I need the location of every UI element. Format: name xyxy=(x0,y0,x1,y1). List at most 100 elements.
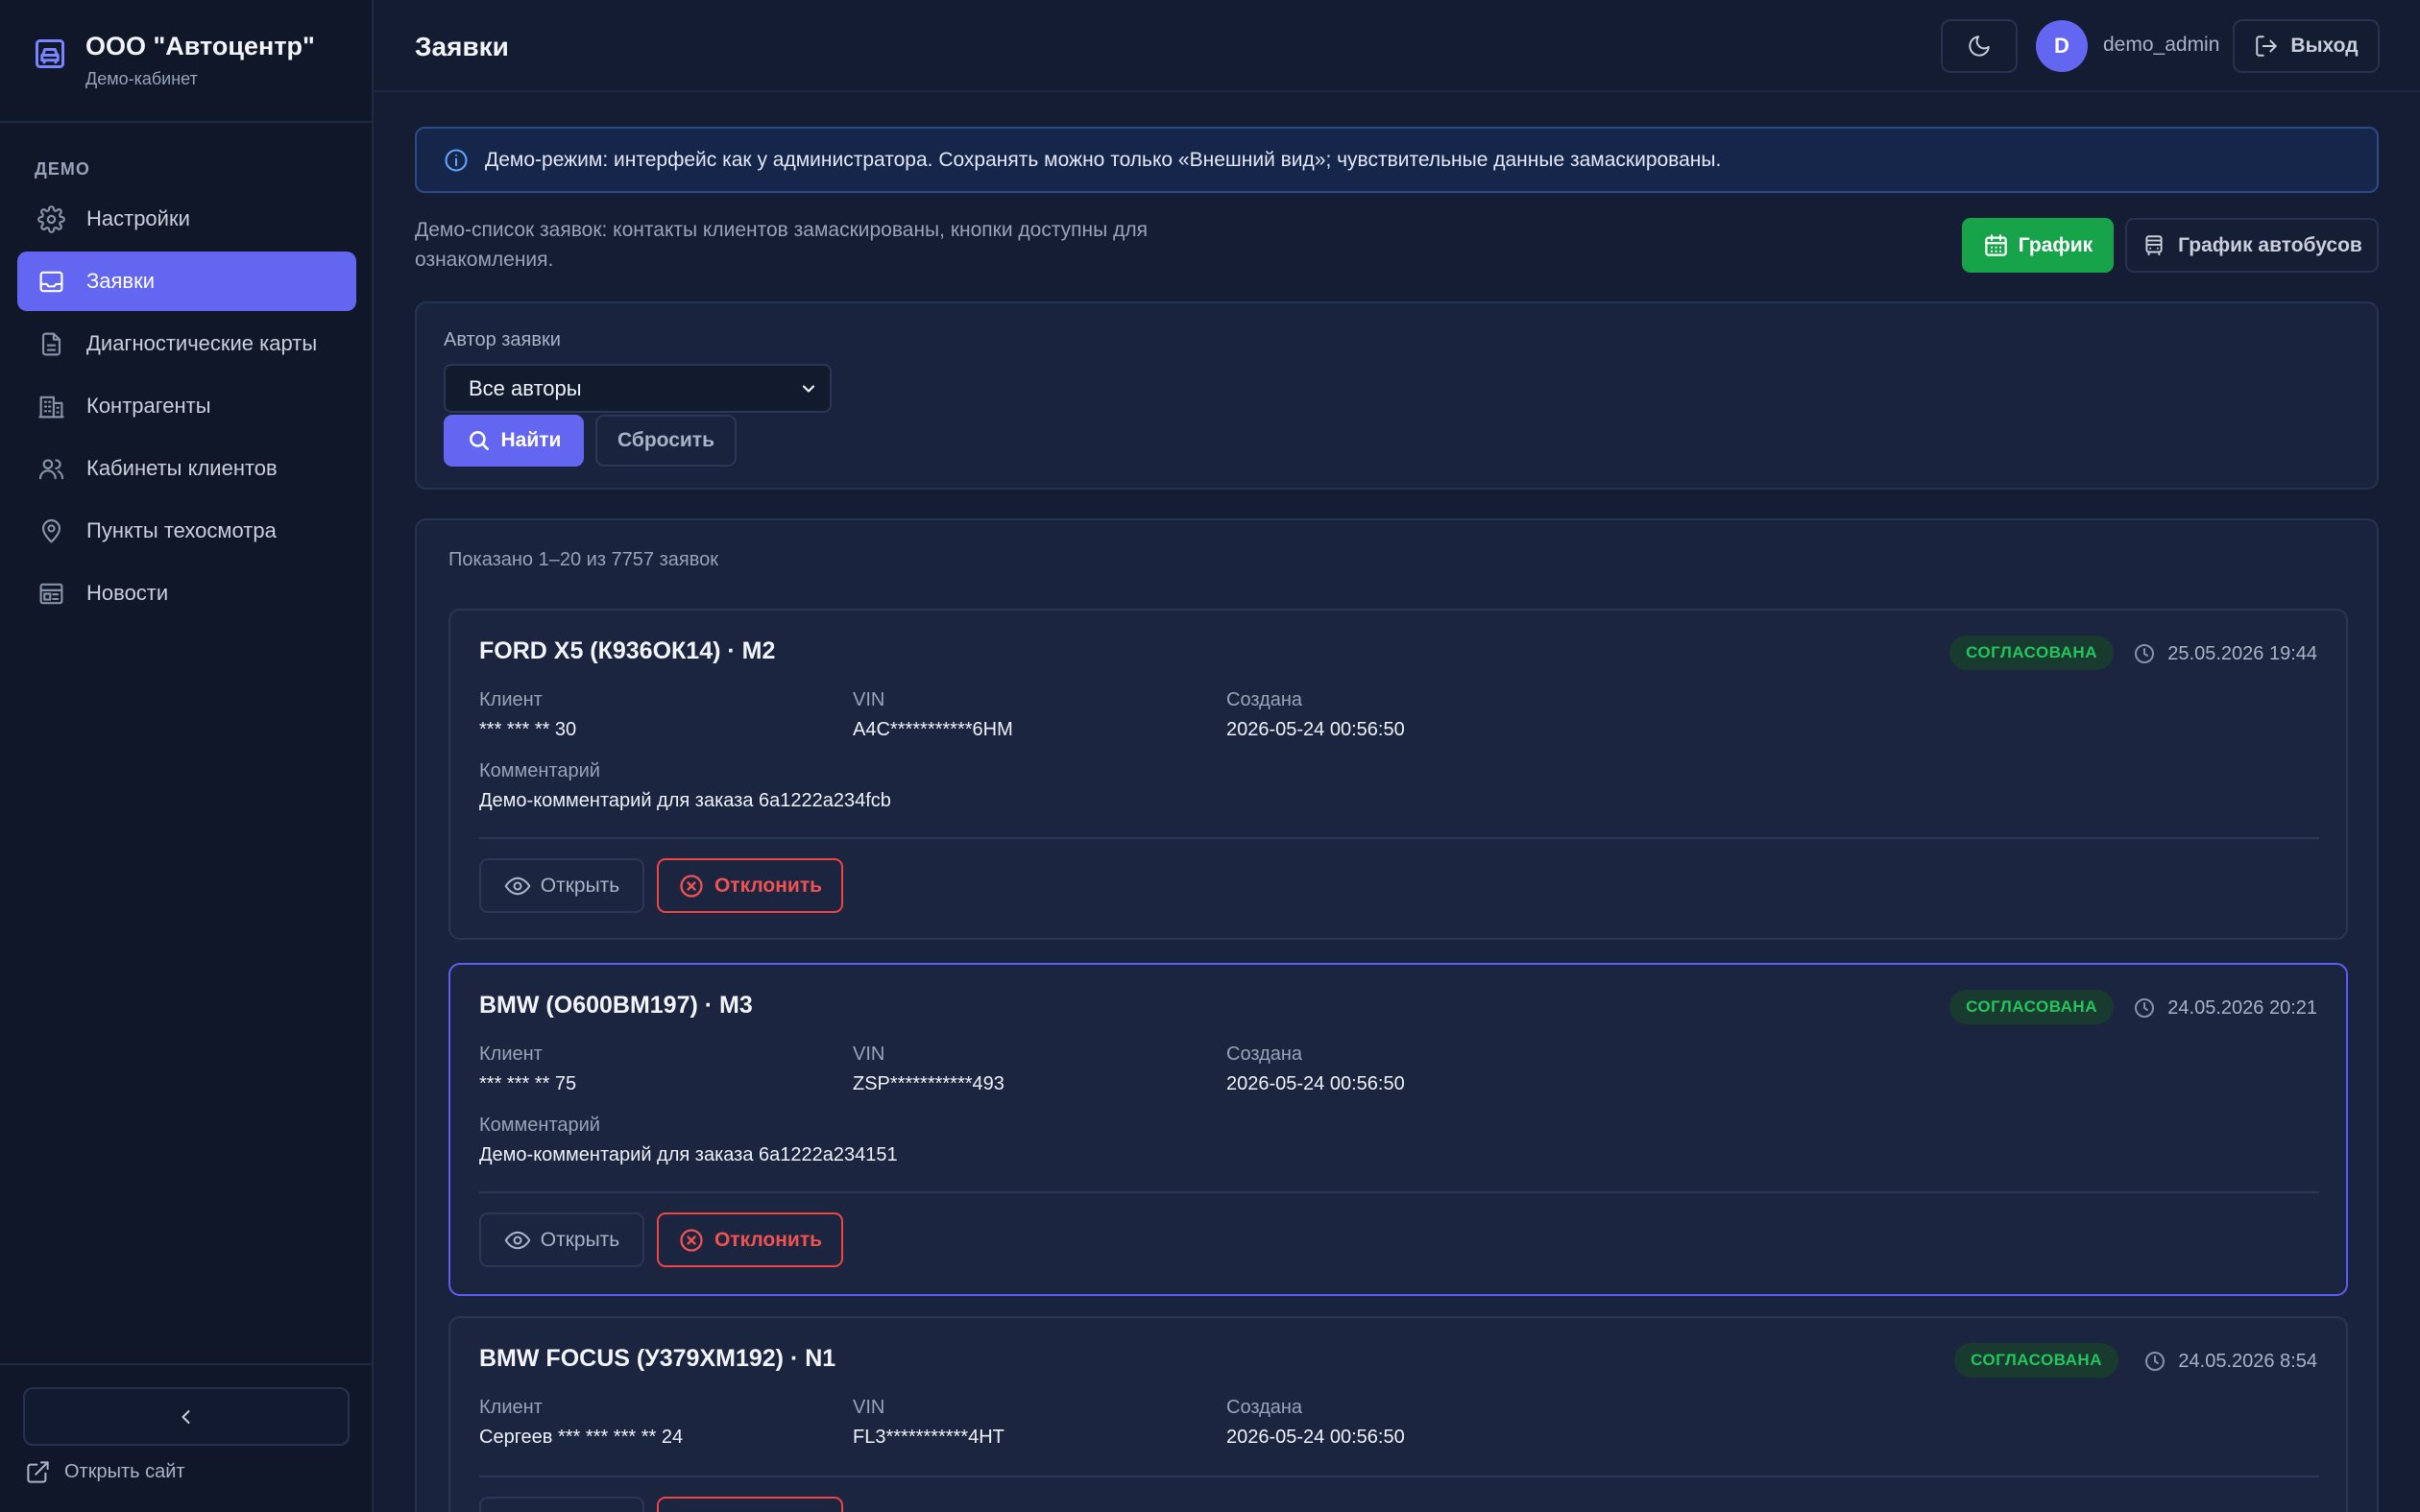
vin-label: VIN xyxy=(853,1397,885,1418)
bus-icon xyxy=(2142,233,2166,258)
find-button[interactable]: Найти xyxy=(444,415,584,467)
sidebar-item-diagnostic-cards[interactable]: Диагностические карты xyxy=(17,314,356,373)
reject-button[interactable]: Отклонить xyxy=(657,858,843,913)
filter-panel: Автор заявки Все авторы Найти Сбросить xyxy=(415,301,2379,490)
schedule-button[interactable]: График xyxy=(1962,218,2114,273)
x-circle-icon xyxy=(678,873,705,900)
request-date: 24.05.2026 8:54 xyxy=(2143,1350,2317,1373)
open-button[interactable]: Открыть xyxy=(479,1212,644,1267)
vin-label: VIN xyxy=(853,689,885,710)
client-label: Клиент xyxy=(479,689,543,710)
sidebar: ООО "Автоцентр" Демо-кабинет ДЕМО Настро… xyxy=(0,0,374,1512)
sidebar-item-requests[interactable]: Заявки xyxy=(17,252,356,311)
sidebar-item-label: Контрагенты xyxy=(86,394,211,418)
reject-button[interactable]: Отклонить xyxy=(657,1212,843,1267)
bus-schedule-button[interactable]: График автобусов xyxy=(2125,218,2379,273)
sidebar-item-label: Новости xyxy=(86,581,169,605)
search-icon xyxy=(467,428,492,453)
top-header: Заявки D demo_admin Выход xyxy=(374,0,2420,92)
document-icon xyxy=(37,330,65,358)
sidebar-item-news[interactable]: Новости xyxy=(17,564,356,623)
collapse-sidebar-button[interactable] xyxy=(23,1387,350,1446)
sidebar-item-counterparties[interactable]: Контрагенты xyxy=(17,376,356,436)
request-date: 24.05.2026 20:21 xyxy=(2133,996,2317,1020)
client-label: Клиент xyxy=(479,1397,543,1418)
vin-value: A4C***********6HM xyxy=(853,719,1013,740)
created-label: Создана xyxy=(1226,689,1303,710)
created-label: Создана xyxy=(1226,1044,1303,1065)
status-badge: СОГЛАСОВАНА xyxy=(1949,636,2114,670)
reject-button-label: Отклонить xyxy=(714,874,823,897)
newspaper-icon xyxy=(37,580,65,608)
sidebar-item-label: Настройки xyxy=(86,206,190,230)
sidebar-item-label: Заявки xyxy=(86,269,156,293)
external-link-icon xyxy=(25,1459,51,1485)
brand[interactable]: ООО "Автоцентр" Демо-кабинет xyxy=(0,0,372,123)
eye-icon xyxy=(504,1227,531,1254)
avatar[interactable]: D xyxy=(2036,20,2088,72)
created-value: 2026-05-24 00:56:50 xyxy=(1226,719,1405,740)
comment-value: Демо-комментарий для заказа 6a1222a23415… xyxy=(479,1144,898,1165)
brand-title: ООО "Автоцентр" xyxy=(85,32,315,60)
users-icon xyxy=(37,455,65,483)
card-divider xyxy=(479,837,2319,839)
chevron-left-icon xyxy=(175,1405,198,1428)
theme-toggle-button[interactable] xyxy=(1941,19,2018,73)
sidebar-item-label: Пункты техосмотра xyxy=(86,518,277,542)
alert-text: Демо-режим: интерфейс как у администрато… xyxy=(485,148,1722,171)
request-date-text: 25.05.2026 19:44 xyxy=(2167,642,2317,664)
list-description: Демо-список заявок: контакты клиентов за… xyxy=(415,219,1148,271)
find-button-label: Найти xyxy=(500,429,562,451)
calendar-icon xyxy=(1983,232,2009,258)
request-date-text: 24.05.2026 20:21 xyxy=(2167,996,2317,1019)
clock-icon xyxy=(2133,996,2156,1020)
demo-mode-alert: Демо-режим: интерфейс как у администрато… xyxy=(415,127,2379,193)
open-button-label: Открыть xyxy=(540,874,620,897)
logout-button[interactable]: Выход xyxy=(2233,19,2380,73)
inbox-icon xyxy=(37,268,65,296)
comment-value: Демо-комментарий для заказа 6a1222a234fc… xyxy=(479,790,891,811)
reject-button[interactable] xyxy=(657,1497,843,1512)
open-button[interactable] xyxy=(479,1497,644,1512)
request-card[interactable]: BMW FOCUS (У379ХМ192) · N1 СОГЛАСОВАНА 2… xyxy=(448,1316,2348,1512)
clock-icon xyxy=(2143,1350,2166,1373)
comment-label: Комментарий xyxy=(479,1115,600,1136)
sidebar-nav: Настройки Заявки Диагностические карты К… xyxy=(17,189,356,626)
created-label: Создана xyxy=(1226,1397,1303,1418)
open-button[interactable]: Открыть xyxy=(479,858,644,913)
eye-icon xyxy=(504,873,531,900)
comment-label: Комментарий xyxy=(479,760,600,781)
reset-button[interactable]: Сбросить xyxy=(595,415,737,467)
gear-icon xyxy=(37,204,65,233)
vin-value: ZSP***********493 xyxy=(853,1073,1004,1094)
sidebar-item-label: Кабинеты клиентов xyxy=(86,456,278,480)
username: demo_admin xyxy=(2103,34,2220,56)
request-card[interactable]: FORD X5 (К936ОК14) · M2 СОГЛАСОВАНА 25.0… xyxy=(448,609,2348,940)
sidebar-item-inspection-points[interactable]: Пункты техосмотра xyxy=(17,501,356,561)
requests-list-panel: Показано 1–20 из 7757 заявок FORD X5 (К9… xyxy=(415,518,2379,1512)
author-select-value: Все авторы xyxy=(469,375,582,400)
x-circle-icon xyxy=(678,1227,705,1254)
client-value: Сергеев *** *** *** ** 24 xyxy=(479,1427,684,1448)
request-date: 25.05.2026 19:44 xyxy=(2133,642,2317,665)
schedule-button-label: График xyxy=(2018,233,2093,256)
sidebar-item-client-cabinets[interactable]: Кабинеты клиентов xyxy=(17,439,356,498)
clock-icon xyxy=(2133,642,2156,665)
reject-button-label: Отклонить xyxy=(714,1228,823,1251)
logout-icon xyxy=(2254,34,2279,59)
sidebar-section-label: ДЕМО xyxy=(35,159,90,179)
request-card[interactable]: BMW (О600ВМ197) · M3 СОГЛАСОВАНА 24.05.2… xyxy=(448,963,2348,1296)
brand-subtitle: Демо-кабинет xyxy=(85,69,198,88)
card-divider xyxy=(479,1191,2319,1193)
vin-label: VIN xyxy=(853,1044,885,1065)
open-site-label: Открыть сайт xyxy=(64,1461,185,1482)
created-value: 2026-05-24 00:56:50 xyxy=(1226,1427,1405,1448)
author-select[interactable]: Все авторы xyxy=(444,364,832,413)
client-value: *** *** ** 75 xyxy=(479,1073,577,1094)
open-site-link[interactable]: Открыть сайт xyxy=(25,1459,185,1485)
page-title: Заявки xyxy=(415,32,509,61)
car-icon xyxy=(33,36,67,71)
request-title: BMW FOCUS (У379ХМ192) · N1 xyxy=(479,1345,836,1372)
sidebar-item-settings[interactable]: Настройки xyxy=(17,189,356,249)
client-value: *** *** ** 30 xyxy=(479,719,577,740)
